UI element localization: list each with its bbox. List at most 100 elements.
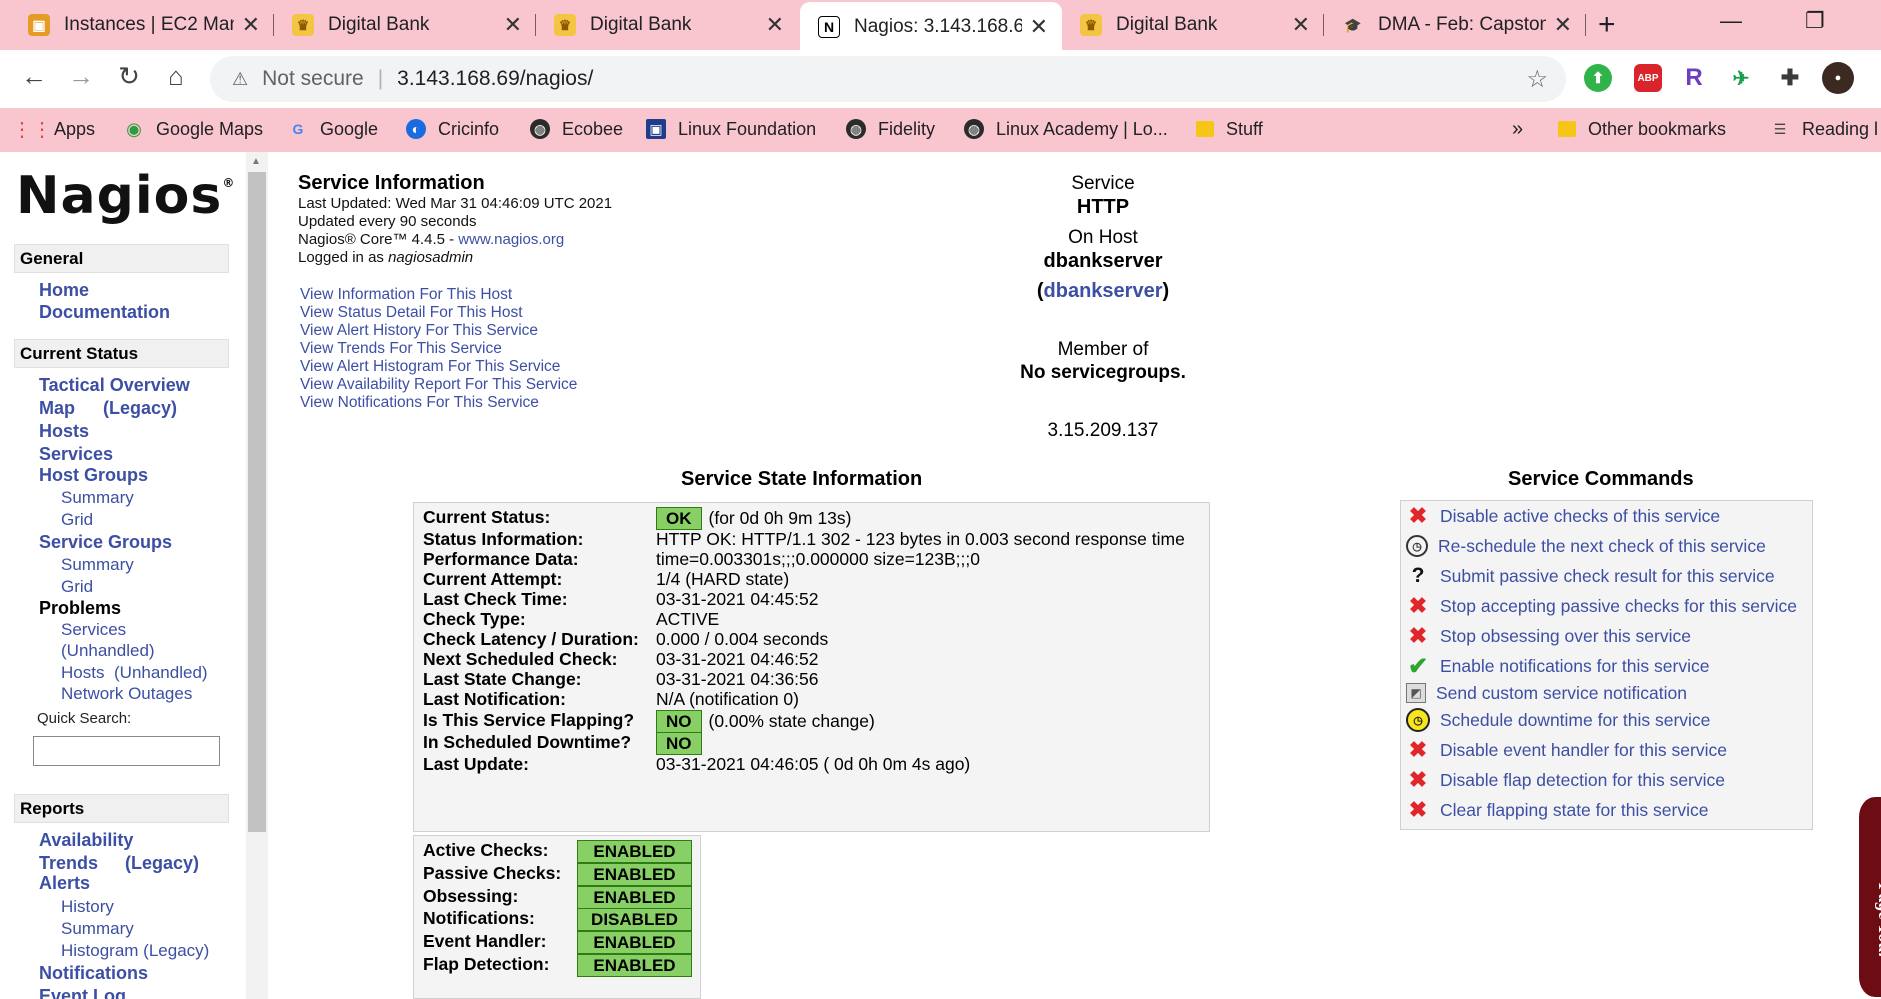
page-tour-button[interactable]: Page Tour bbox=[1855, 797, 1881, 997]
extension-green-icon[interactable]: ⬆ bbox=[1584, 64, 1612, 92]
extensions-puzzle-icon[interactable]: ✚ bbox=[1776, 64, 1804, 92]
nav-notifications[interactable]: Notifications bbox=[39, 963, 148, 984]
view-availability-link[interactable]: View Availability Report For This Servic… bbox=[300, 376, 577, 394]
view-notifications-link[interactable]: View Notifications For This Service bbox=[300, 394, 539, 412]
bookmark-apps[interactable]: ⋮⋮ Apps bbox=[12, 114, 95, 144]
nav-map[interactable]: Map bbox=[39, 398, 75, 419]
close-icon[interactable]: ✕ bbox=[1554, 12, 1572, 38]
tab-ec2-instances[interactable]: ▣ Instances | EC2 Mana ✕ bbox=[10, 0, 274, 50]
scroll-up-arrow-icon[interactable]: ▲ bbox=[251, 156, 261, 167]
close-icon[interactable]: ✕ bbox=[1030, 14, 1048, 40]
command-label[interactable]: Schedule downtime for this service bbox=[1440, 710, 1710, 731]
nav-servicegroup-grid[interactable]: Grid bbox=[61, 577, 93, 597]
nav-servicegroup-summary[interactable]: Summary bbox=[61, 555, 134, 575]
tab-nagios[interactable]: N Nagios: 3.143.168.69 ✕ bbox=[800, 2, 1062, 52]
command-label[interactable]: Disable active checks of this service bbox=[1440, 506, 1720, 527]
view-host-status-link[interactable]: View Status Detail For This Host bbox=[300, 304, 523, 322]
close-icon[interactable]: ✕ bbox=[1292, 12, 1310, 38]
bookmark-linux-academy[interactable]: ◍ Linux Academy | Lo... bbox=[964, 114, 1168, 144]
tab-dma-capstone[interactable]: 🎓 DMA - Feb: Capstone ✕ bbox=[1324, 0, 1586, 50]
tab-digital-bank-2[interactable]: ♛ Digital Bank ✕ bbox=[536, 0, 798, 50]
bookmark-other[interactable]: Other bookmarks bbox=[1558, 114, 1726, 144]
bookmarks-overflow-button[interactable]: » bbox=[1512, 114, 1523, 144]
command-label[interactable]: Clear flapping state for this service bbox=[1440, 800, 1708, 821]
command-reschedule-check[interactable]: ◷ Re-schedule the next check of this ser… bbox=[1406, 533, 1766, 559]
command-label[interactable]: Submit passive check result for this ser… bbox=[1440, 566, 1775, 587]
extension-r-icon[interactable]: R bbox=[1680, 64, 1708, 92]
forward-button[interactable]: → bbox=[63, 61, 99, 92]
nagios-logo[interactable]: Nagios® bbox=[16, 166, 235, 226]
nav-host-groups[interactable]: Host Groups bbox=[39, 465, 148, 486]
command-send-custom-notification[interactable]: ◩ Send custom service notification bbox=[1406, 680, 1687, 706]
nav-alert-histogram[interactable]: Histogram (Legacy) bbox=[61, 941, 209, 961]
nav-network-outages[interactable]: Network Outages bbox=[61, 684, 192, 704]
bookmark-google[interactable]: G Google bbox=[288, 114, 379, 144]
nav-map-legacy[interactable]: (Legacy) bbox=[103, 398, 177, 419]
nav-home[interactable]: Home bbox=[39, 280, 89, 301]
bookmark-stuff[interactable]: Stuff bbox=[1196, 114, 1263, 144]
extension-bird-icon[interactable]: ✈ bbox=[1727, 64, 1755, 92]
nav-hostgroup-grid[interactable]: Grid bbox=[61, 510, 93, 530]
new-tab-button[interactable]: + bbox=[1598, 8, 1616, 42]
nav-alert-history[interactable]: History bbox=[61, 897, 114, 917]
command-enable-notifications[interactable]: ✔ Enable notifications for this service bbox=[1406, 653, 1710, 680]
nav-hostgroup-summary[interactable]: Summary bbox=[61, 488, 134, 508]
sidebar-scrollbar[interactable]: ▲ bbox=[246, 152, 268, 999]
nav-services[interactable]: Services bbox=[39, 444, 113, 465]
command-label[interactable]: Send custom service notification bbox=[1436, 683, 1687, 704]
minimize-button[interactable]: — bbox=[1720, 8, 1742, 34]
view-host-information-link[interactable]: View Information For This Host bbox=[300, 286, 512, 304]
nav-event-log[interactable]: Event Log bbox=[39, 986, 126, 999]
tab-digital-bank-1[interactable]: ♛ Digital Bank ✕ bbox=[274, 0, 536, 50]
security-label[interactable]: Not secure bbox=[262, 67, 364, 91]
command-clear-flapping-state[interactable]: ✖ Clear flapping state for this service bbox=[1406, 797, 1709, 823]
warning-icon[interactable]: ⚠ bbox=[232, 69, 248, 90]
bookmark-fidelity[interactable]: ◍ Fidelity bbox=[846, 114, 935, 144]
view-trends-link[interactable]: View Trends For This Service bbox=[300, 340, 502, 358]
nav-hosts[interactable]: Hosts bbox=[39, 421, 89, 442]
command-schedule-downtime[interactable]: ◷ Schedule downtime for this service bbox=[1406, 707, 1710, 733]
reload-button[interactable]: ↻ bbox=[111, 61, 147, 92]
close-icon[interactable]: ✕ bbox=[504, 12, 522, 38]
command-disable-active-checks[interactable]: ✖ Disable active checks of this service bbox=[1406, 503, 1720, 529]
home-button[interactable]: ⌂ bbox=[158, 61, 194, 92]
back-button[interactable]: ← bbox=[16, 61, 52, 92]
nav-alerts[interactable]: Alerts bbox=[39, 873, 90, 894]
command-disable-event-handler[interactable]: ✖ Disable event handler for this service bbox=[1406, 737, 1727, 763]
nav-service-groups[interactable]: Service Groups bbox=[39, 532, 172, 553]
nagios-org-link[interactable]: www.nagios.org bbox=[458, 231, 564, 248]
nav-alert-summary[interactable]: Summary bbox=[61, 919, 134, 939]
view-alert-histogram-link[interactable]: View Alert Histogram For This Service bbox=[300, 358, 560, 376]
bookmark-google-maps[interactable]: ◉ Google Maps bbox=[124, 114, 263, 144]
nav-documentation[interactable]: Documentation bbox=[39, 302, 170, 323]
nav-problem-services[interactable]: Services bbox=[61, 620, 126, 640]
nav-trends-legacy[interactable]: (Legacy) bbox=[125, 853, 199, 874]
command-label[interactable]: Stop accepting passive checks for this s… bbox=[1440, 596, 1797, 617]
close-icon[interactable]: ✕ bbox=[242, 12, 260, 38]
nav-tactical-overview[interactable]: Tactical Overview bbox=[39, 375, 190, 396]
bookmark-star-icon[interactable]: ☆ bbox=[1526, 65, 1548, 94]
adblock-icon[interactable]: ABP bbox=[1634, 64, 1662, 92]
nav-problem-hosts[interactable]: Hosts bbox=[61, 663, 104, 683]
tab-digital-bank-3[interactable]: ♛ Digital Bank ✕ bbox=[1062, 0, 1324, 50]
bookmark-cricinfo[interactable]: ◐ Cricinfo bbox=[406, 114, 499, 144]
view-alert-history-link[interactable]: View Alert History For This Service bbox=[300, 322, 538, 340]
command-stop-obsessing[interactable]: ✖ Stop obsessing over this service bbox=[1406, 623, 1691, 649]
restore-button[interactable]: ❐ bbox=[1805, 8, 1825, 34]
close-icon[interactable]: ✕ bbox=[766, 12, 784, 38]
command-stop-passive-checks[interactable]: ✖ Stop accepting passive checks for this… bbox=[1406, 593, 1797, 619]
url-text[interactable]: 3.143.168.69/nagios/ bbox=[397, 67, 593, 91]
quick-search-input[interactable] bbox=[33, 736, 220, 766]
nav-problem-hosts-unhandled[interactable]: (Unhandled) bbox=[114, 663, 208, 683]
nav-trends[interactable]: Trends bbox=[39, 853, 98, 874]
command-label[interactable]: Enable notifications for this service bbox=[1440, 656, 1709, 677]
command-label[interactable]: Re-schedule the next check of this servi… bbox=[1438, 536, 1766, 557]
command-label[interactable]: Disable event handler for this service bbox=[1440, 740, 1727, 761]
profile-avatar[interactable]: ● bbox=[1822, 62, 1854, 94]
command-label[interactable]: Stop obsessing over this service bbox=[1440, 626, 1691, 647]
scrollbar-thumb[interactable] bbox=[248, 172, 266, 832]
command-disable-flap-detection[interactable]: ✖ Disable flap detection for this servic… bbox=[1406, 767, 1725, 793]
command-submit-passive-result[interactable]: ? Submit passive check result for this s… bbox=[1406, 563, 1775, 589]
nav-availability[interactable]: Availability bbox=[39, 830, 133, 851]
address-bar[interactable]: ⚠ Not secure | 3.143.168.69/nagios/ ☆ bbox=[210, 56, 1566, 102]
